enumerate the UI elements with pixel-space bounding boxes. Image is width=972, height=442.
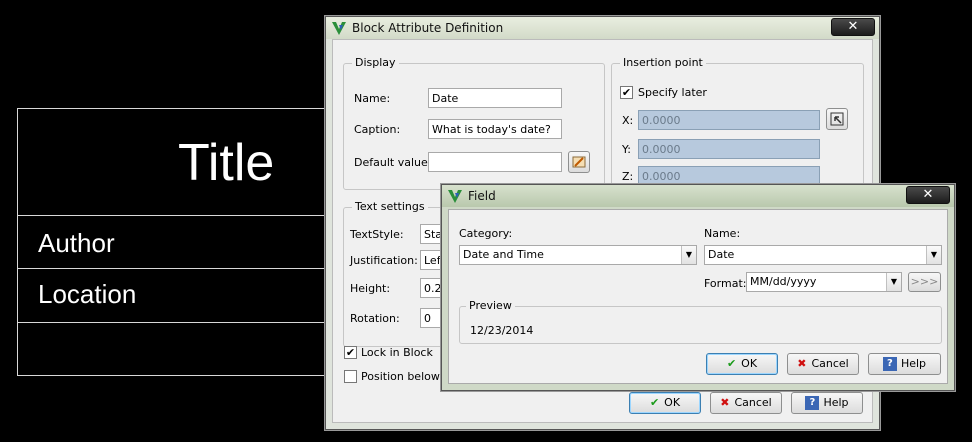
insert-field-button[interactable] bbox=[568, 151, 590, 173]
specify-later-label: Specify later bbox=[638, 86, 707, 99]
field-dialog-title: Field bbox=[468, 189, 496, 203]
category-value: Date and Time bbox=[463, 248, 544, 261]
check-icon: ✔ bbox=[726, 357, 737, 370]
app-icon bbox=[332, 22, 346, 35]
justification-label: Justification: bbox=[350, 254, 418, 267]
cad-title-block: Title Author Location bbox=[17, 108, 337, 376]
preview-value: 12/23/2014 bbox=[470, 324, 534, 337]
help-icon: ? bbox=[882, 357, 897, 371]
cad-title-text: Title bbox=[178, 134, 275, 192]
ok-label: OK bbox=[664, 396, 681, 409]
caption-label: Caption: bbox=[354, 123, 401, 136]
close-icon: ✕ bbox=[922, 187, 934, 202]
position-below-label: Position below la bbox=[361, 370, 454, 383]
category-combo[interactable]: Date and Time ▼ bbox=[459, 245, 697, 265]
close-button[interactable]: ✕ bbox=[831, 18, 875, 36]
preview-label: Preview bbox=[466, 299, 515, 312]
divider bbox=[18, 268, 336, 269]
rotation-label: Rotation: bbox=[350, 312, 400, 325]
chevron-down-icon[interactable]: ▼ bbox=[886, 273, 901, 291]
field-dialog: Field ✕ Category: Date and Time ▼ Name: … bbox=[441, 184, 955, 391]
field-cancel-label: Cancel bbox=[811, 357, 849, 370]
titlebar[interactable]: Block Attribute Definition ✕ bbox=[326, 17, 879, 39]
field-help-label: Help bbox=[900, 357, 927, 370]
field-help-button[interactable]: ? Help bbox=[868, 353, 941, 375]
height-label: Height: bbox=[350, 282, 391, 295]
divider bbox=[18, 215, 336, 216]
help-icon: ? bbox=[805, 396, 820, 410]
specify-later-checkbox[interactable]: ✔ bbox=[620, 86, 633, 99]
name-combo[interactable]: Date ▼ bbox=[704, 245, 942, 265]
ok-button[interactable]: ✔ OK bbox=[629, 392, 701, 414]
check-icon: ✔ bbox=[649, 396, 660, 409]
close-icon: ✕ bbox=[847, 19, 859, 34]
format-value: MM/dd/yyyy bbox=[750, 275, 817, 288]
more-button[interactable]: >>> bbox=[908, 272, 941, 292]
help-button[interactable]: ? Help bbox=[791, 392, 863, 414]
divider bbox=[18, 322, 336, 323]
lock-in-block-label: Lock in Block bbox=[361, 346, 433, 359]
field-ok-label: OK bbox=[741, 357, 758, 370]
cancel-button[interactable]: ✖ Cancel bbox=[710, 392, 782, 414]
cancel-x-icon: ✖ bbox=[720, 396, 730, 409]
lock-in-block-checkbox[interactable]: ✔ bbox=[344, 346, 357, 359]
field-close-button[interactable]: ✕ bbox=[906, 186, 950, 204]
name-field[interactable]: Date bbox=[428, 88, 562, 108]
z-label: Z: bbox=[622, 170, 634, 183]
cancel-x-icon: ✖ bbox=[797, 357, 807, 370]
preview-group: Preview 12/23/2014 bbox=[459, 299, 942, 344]
category-label: Category: bbox=[459, 227, 513, 240]
help-label: Help bbox=[823, 396, 849, 409]
x-field[interactable]: 0.0000 bbox=[638, 110, 820, 130]
position-below-checkbox[interactable] bbox=[344, 370, 357, 383]
field-dialog-body: Category: Date and Time ▼ Name: Date ▼ F… bbox=[448, 209, 948, 384]
x-label: X: bbox=[622, 114, 634, 127]
caption-field[interactable]: What is today's date? bbox=[428, 119, 562, 139]
y-label: Y: bbox=[622, 143, 631, 156]
name-value: Date bbox=[708, 248, 735, 261]
default-value-label: Default value: bbox=[354, 156, 432, 169]
display-group: Display Name: Date Caption: What is toda… bbox=[343, 56, 605, 190]
y-field[interactable]: 0.0000 bbox=[638, 139, 820, 159]
app-icon bbox=[448, 190, 462, 203]
pick-point-icon bbox=[830, 112, 844, 126]
field-titlebar[interactable]: Field ✕ bbox=[442, 185, 954, 207]
insertion-point-label: Insertion point bbox=[620, 56, 706, 69]
cancel-label: Cancel bbox=[734, 396, 772, 409]
field-cancel-button[interactable]: ✖ Cancel bbox=[787, 353, 859, 375]
format-combo[interactable]: MM/dd/yyyy ▼ bbox=[746, 272, 902, 292]
name-label: Name: bbox=[704, 227, 741, 240]
default-value-field[interactable] bbox=[428, 152, 562, 172]
cad-author-text: Author bbox=[38, 228, 115, 258]
name-label: Name: bbox=[354, 92, 391, 105]
chevron-down-icon[interactable]: ▼ bbox=[926, 246, 941, 264]
insert-field-icon bbox=[572, 156, 586, 168]
insertion-point-group: Insertion point ✔ Specify later X: 0.000… bbox=[611, 56, 864, 193]
textstyle-label: TextStyle: bbox=[350, 228, 404, 241]
display-group-label: Display bbox=[352, 56, 399, 69]
chevron-down-icon[interactable]: ▼ bbox=[681, 246, 696, 264]
format-label: Format: bbox=[704, 277, 747, 290]
dialog-title: Block Attribute Definition bbox=[352, 21, 504, 35]
text-settings-label: Text settings bbox=[352, 200, 428, 213]
cad-location-text: Location bbox=[38, 279, 137, 309]
z-field[interactable]: 0.0000 bbox=[638, 166, 820, 186]
field-ok-button[interactable]: ✔ OK bbox=[706, 353, 778, 375]
pick-point-button[interactable] bbox=[826, 108, 848, 130]
